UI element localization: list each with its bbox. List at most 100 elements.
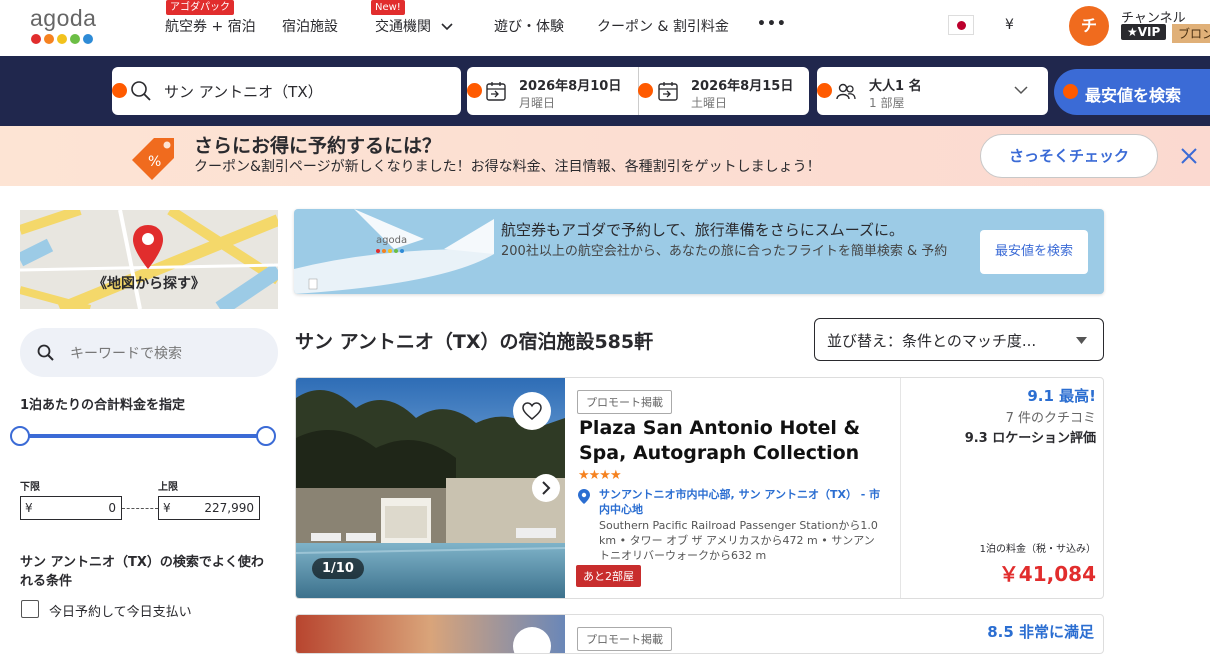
chevron-down-icon <box>1014 86 1028 95</box>
destination-field[interactable]: サン アントニオ（TX） <box>112 67 461 115</box>
heart-icon <box>522 402 542 420</box>
max-price-value: 227,990 <box>204 501 254 515</box>
checkin-date: 2026年8月10日 <box>519 79 622 94</box>
sort-dropdown[interactable]: 並び替え：条件とのマッチ度... <box>814 318 1104 361</box>
checkout-date: 2026年8月15日 <box>691 79 794 94</box>
currency-symbol: ¥ <box>163 501 171 515</box>
search-button[interactable]: 最安値を検索 <box>1054 69 1210 115</box>
hotel-location[interactable]: サンアントニオ市内中心部, サン アントニオ（TX） - 市内中心地 <box>599 487 884 517</box>
keyword-search-input[interactable]: キーワードで検索 <box>20 328 278 377</box>
vip-badge: ★VIP <box>1121 24 1167 40</box>
nav-transport[interactable]: 交通機関 <box>375 16 454 36</box>
rooms-left-badge: あと2部屋 <box>576 565 641 587</box>
promo-title: さらにお得に予約するには？ <box>194 135 442 157</box>
svg-text:%: % <box>148 154 161 170</box>
currency-symbol: ¥ <box>25 501 33 515</box>
marker-dot <box>638 83 653 98</box>
close-icon[interactable] <box>1180 147 1198 165</box>
coupon-tag-icon: % <box>132 138 174 180</box>
search-button-label: 最安値を検索 <box>1085 86 1182 105</box>
hotel-distance: Southern Pacific Railroad Passenger Stat… <box>599 519 878 562</box>
japan-flag-icon[interactable] <box>948 15 974 35</box>
hotel-card[interactable]: プロモート掲載 8.5 非常に満足 <box>295 614 1104 654</box>
chevron-right-icon <box>542 481 551 495</box>
review-count[interactable]: 7 件のクチコミ <box>1006 407 1096 426</box>
location-score: 9.3 ロケーション評価 <box>964 431 1096 446</box>
price-slider-min-handle[interactable] <box>10 426 30 446</box>
price-filter-title: 1泊あたりの合計料金を指定 <box>20 398 186 413</box>
logo-dots <box>31 34 93 44</box>
logo-dots <box>376 249 404 253</box>
checkin-day: 月曜日 <box>519 96 556 110</box>
nav-activities[interactable]: 遊び・体験 <box>494 16 564 36</box>
hotel-photo[interactable]: 1/10 <box>296 378 565 598</box>
review-score: 8.5 非常に満足 <box>987 623 1094 641</box>
new-badge: New! <box>371 0 405 15</box>
search-bar: サン アントニオ（TX） 2026年8月10日 月曜日 2026年8月15日 土… <box>0 56 1210 126</box>
photo-counter: 1/10 <box>312 558 364 579</box>
calendar-checkout-icon <box>658 82 678 101</box>
flight-promo-banner: agoda 航空券もアゴダで予約して、旅行準備をさらにスムーズに。 200社以上… <box>294 209 1104 294</box>
rooms-value: 1 部屋 <box>869 96 905 110</box>
checkout-day: 土曜日 <box>691 96 728 110</box>
chevron-down-icon <box>441 23 454 31</box>
hotel-price: ￥41,084 <box>998 562 1096 586</box>
flight-banner-description: 200社以上の航空会社から、あなたの旅に合ったフライトを簡単検索 & 予約 <box>501 244 948 259</box>
range-separator <box>122 508 158 509</box>
more-menu-icon[interactable]: ••• <box>757 16 787 32</box>
hotel-card[interactable]: 1/10 プロモート掲載 Plaza San Antonio Hotel & S… <box>295 377 1104 599</box>
nav-transport-label: 交通機関 <box>375 19 431 35</box>
popular-filters-title: サン アントニオ（TX）の検索でよく使われる条件 <box>20 555 264 589</box>
star-rating: ★★★★ <box>578 468 622 483</box>
package-badge: アゴダパック <box>166 0 234 15</box>
review-score: 9.1 最高! <box>1027 387 1096 405</box>
avatar[interactable]: チ <box>1069 6 1109 46</box>
nav-accommodation[interactable]: 宿泊施設 <box>282 16 338 36</box>
filter-label[interactable]: 今日予約して今日支払い <box>49 601 192 620</box>
max-price-input[interactable]: ¥ 227,990 <box>158 496 260 520</box>
date-field[interactable]: 2026年8月10日 月曜日 2026年8月15日 土曜日 <box>467 67 809 115</box>
flight-search-button[interactable]: 最安値を検索 <box>980 230 1088 274</box>
keyword-placeholder: キーワードで検索 <box>70 346 182 362</box>
location-pin-icon <box>578 489 590 504</box>
check-now-button[interactable]: さっそくチェック <box>980 134 1158 178</box>
filter-checkbox[interactable] <box>21 600 39 618</box>
hotel-name[interactable]: Plaza San Antonio Hotel & Spa, Autograph… <box>579 416 889 466</box>
tier-badge: ブロンズ <box>1172 24 1210 43</box>
sort-label: 並び替え：条件とのマッチ度... <box>827 332 1037 350</box>
marker-dot <box>467 83 482 98</box>
marker-dot <box>817 83 832 98</box>
guests-field[interactable]: 大人1 名 1 部屋 <box>817 67 1048 115</box>
map-pin-icon <box>133 225 163 269</box>
top-nav: agoda アゴダパック 航空券 + 宿泊 宿泊施設 New! 交通機関 遊び・… <box>0 0 1210 56</box>
map-search-card[interactable]: 《地図から探す》 <box>20 210 278 309</box>
caret-down-icon <box>1076 337 1087 344</box>
calendar-checkin-icon <box>486 82 506 101</box>
search-icon <box>37 344 54 361</box>
agoda-logo[interactable]: agoda <box>30 5 96 32</box>
min-price-value: 0 <box>108 501 116 515</box>
marker-dot <box>112 83 127 98</box>
promo-banner: % さらにお得に予約するには？ クーポン&割引ページが新しくなりました！お得な料… <box>0 126 1210 186</box>
currency-selector[interactable]: ¥ <box>1005 17 1014 33</box>
min-price-input[interactable]: ¥ 0 <box>20 496 122 520</box>
nav-flight-hotel[interactable]: 航空券 + 宿泊 <box>165 16 256 36</box>
guests-value: 大人1 名 <box>869 79 922 94</box>
price-slider-max-handle[interactable] <box>256 426 276 446</box>
promoted-tag: プロモート掲載 <box>577 390 672 414</box>
min-price-label: 下限 <box>20 482 40 493</box>
results-title: サン アントニオ（TX）の宿泊施設585軒 <box>295 331 654 353</box>
search-icon <box>131 81 151 101</box>
max-price-label: 上限 <box>158 482 178 493</box>
flight-banner-headline: 航空券もアゴダで予約して、旅行準備をさらにスムーズに。 <box>501 221 905 239</box>
promoted-tag: プロモート掲載 <box>577 627 672 651</box>
favorite-button[interactable] <box>513 392 551 430</box>
price-slider-track[interactable] <box>27 434 261 438</box>
price-column: 9.1 最高! 7 件のクチコミ 9.3 ロケーション評価 1泊の料金（税・サ込… <box>900 378 1103 598</box>
guests-icon <box>836 83 856 100</box>
next-photo-button[interactable] <box>532 474 560 502</box>
promo-subtitle: クーポン&割引ページが新しくなりました！お得な料金、注目情報、各種割引をゲットし… <box>194 159 821 175</box>
destination-value: サン アントニオ（TX） <box>164 83 323 101</box>
flight-banner-logo: agoda <box>376 235 408 246</box>
nav-coupons[interactable]: クーポン & 割引料金 <box>597 16 729 36</box>
